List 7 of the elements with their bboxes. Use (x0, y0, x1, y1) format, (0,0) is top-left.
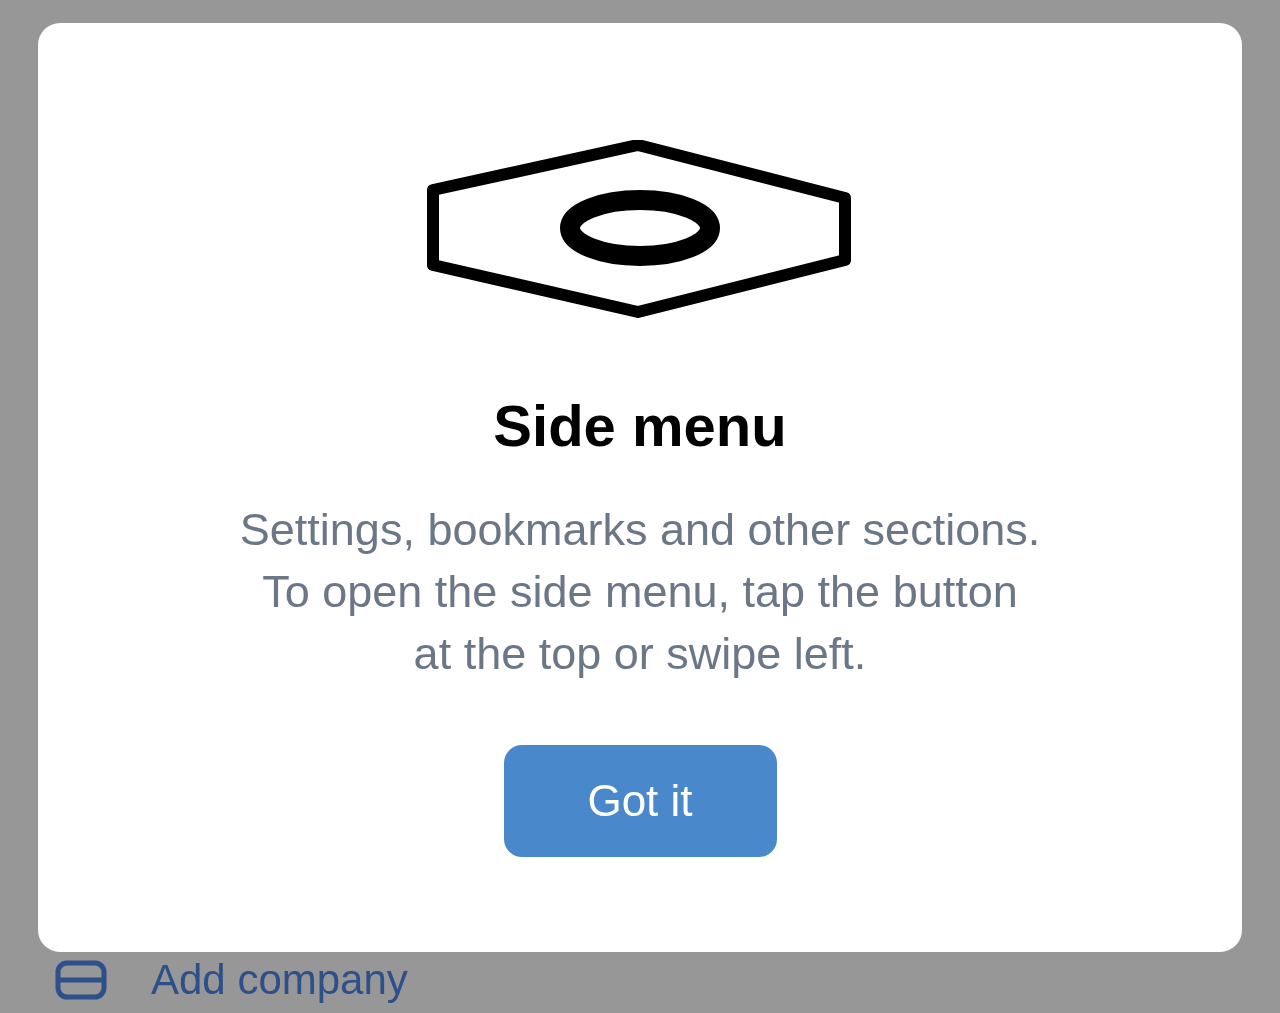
add-company-link[interactable]: Add company (151, 956, 408, 1004)
description-text: To open the side menu, tap the button (262, 565, 1018, 619)
dialog-title: Side menu (493, 392, 787, 459)
got-it-button[interactable]: Got it (503, 745, 777, 857)
description-text: at the top or swipe left. (413, 627, 867, 681)
description-text: Settings, bookmarks and other sections. (239, 503, 1041, 557)
card-icon (55, 960, 107, 1000)
